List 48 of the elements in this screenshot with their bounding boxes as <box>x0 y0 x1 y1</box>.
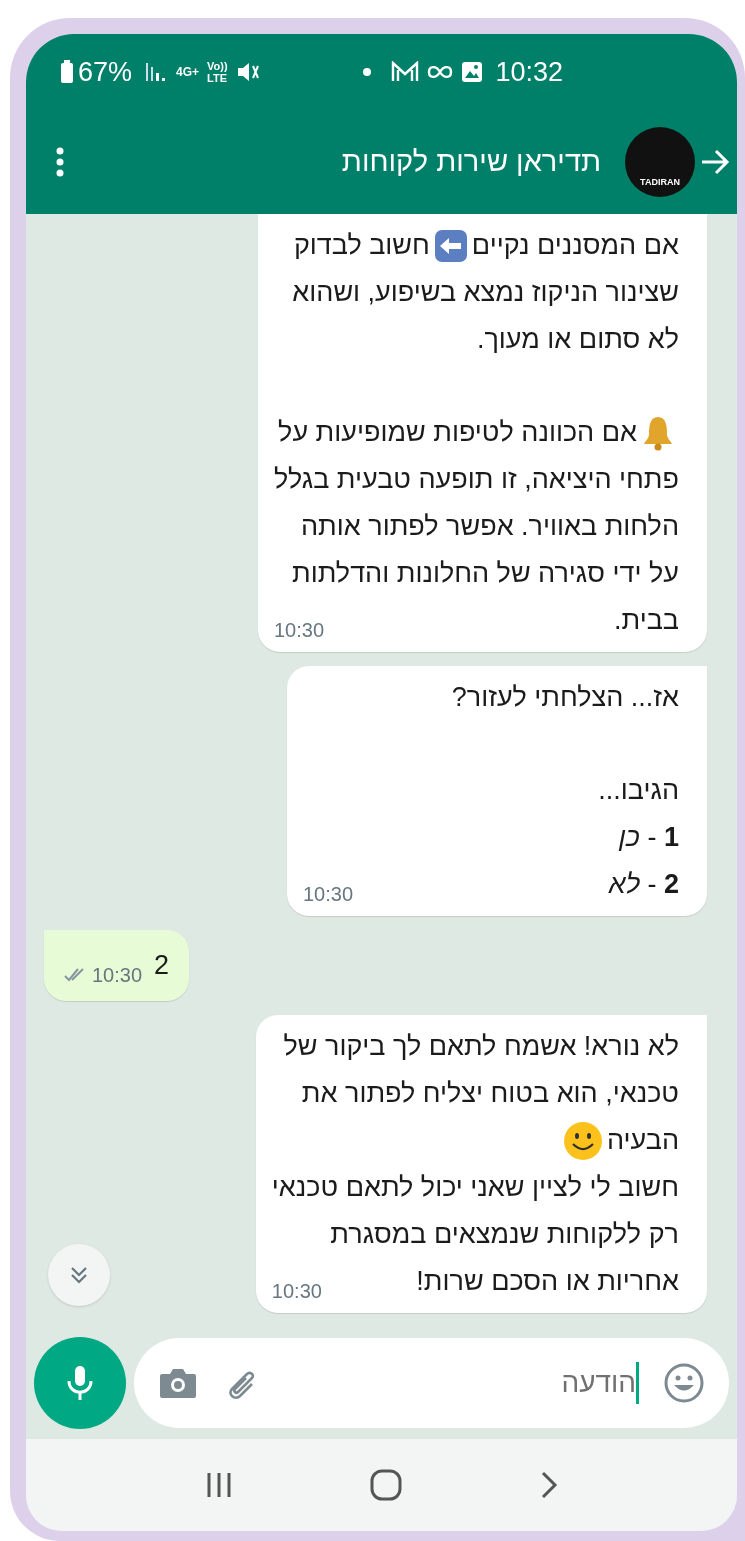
mail-icon <box>391 61 420 83</box>
message-time: 10:30 <box>274 620 325 643</box>
message-text: אם המסננים נקיים <box>471 229 679 262</box>
message-text: אם הכוונה לטיפות שמופיעות על <box>278 416 637 449</box>
back-arrow-icon[interactable] <box>699 147 731 177</box>
message-text: אחריות או הסכם שרות! <box>416 1265 679 1298</box>
message-input[interactable]: הודעה <box>284 1362 639 1404</box>
message-text: לא נורא! אשמח לתאם לך ביקור של <box>283 1030 679 1063</box>
scroll-down-button[interactable] <box>48 1244 110 1306</box>
image-icon <box>461 61 484 83</box>
message-input-bar[interactable]: הודעה <box>134 1338 729 1428</box>
emoji-icon[interactable] <box>663 1362 705 1404</box>
microphone-icon <box>66 1364 94 1402</box>
message-text: על ידי סגירה של החלונות והדלתות <box>292 557 679 590</box>
infinity-icon <box>427 64 454 80</box>
network-type: 4G+ <box>176 66 200 78</box>
smiley-emoji-icon <box>562 1120 603 1161</box>
message-text: טכנאי, הוא בטוח יצליח לפתור את <box>301 1077 679 1110</box>
message-text: לא סתום או מעוך. <box>476 323 679 356</box>
message-text: רק ללקוחות שנמצאים במסגרת <box>330 1218 679 1251</box>
message-text: שצינור הניקוז נמצא בשיפוע, ושהוא <box>292 276 679 309</box>
double-chevron-down-icon <box>68 1264 90 1286</box>
back-icon[interactable] <box>539 1470 560 1500</box>
message-time: 10:30 <box>92 965 143 985</box>
message-text: 2 <box>154 949 170 982</box>
message-text: בבית. <box>614 604 679 637</box>
left-arrow-emoji-icon <box>433 228 468 263</box>
dot-icon <box>363 68 372 76</box>
mute-icon <box>235 61 260 83</box>
chat-title[interactable]: תדיראן שירות לקוחות <box>341 140 601 184</box>
battery-icon <box>60 60 74 84</box>
volte-label: Vo)) LTE <box>207 60 228 84</box>
message-text: אז... הצלחתי לעזור? <box>451 681 679 714</box>
message-time: 10:30 <box>303 884 354 907</box>
battery-percent: 67% <box>78 55 133 89</box>
clock-time: 10:32 <box>495 55 563 89</box>
message-text: הלחות באוויר. אפשר לפתור אותה <box>301 510 679 543</box>
message-text: חשוב לי לציין שאני יכול לתאם טכנאי <box>271 1171 679 1204</box>
camera-icon[interactable] <box>158 1366 198 1400</box>
contact-avatar[interactable]: TADIRAN <box>625 127 695 197</box>
message-text: הגיבו... <box>598 774 679 807</box>
home-icon[interactable] <box>369 1468 404 1502</box>
message-text: הבעיה <box>606 1124 679 1157</box>
message-text: חשוב לבדוק <box>293 229 430 262</box>
message-time: 10:30 <box>271 1281 322 1304</box>
avatar-logo-text: TADIRAN <box>640 178 680 187</box>
more-menu-icon[interactable] <box>56 147 64 177</box>
message-text: פתחי היציאה, זו תופעה טבעית בגלל <box>274 463 679 496</box>
